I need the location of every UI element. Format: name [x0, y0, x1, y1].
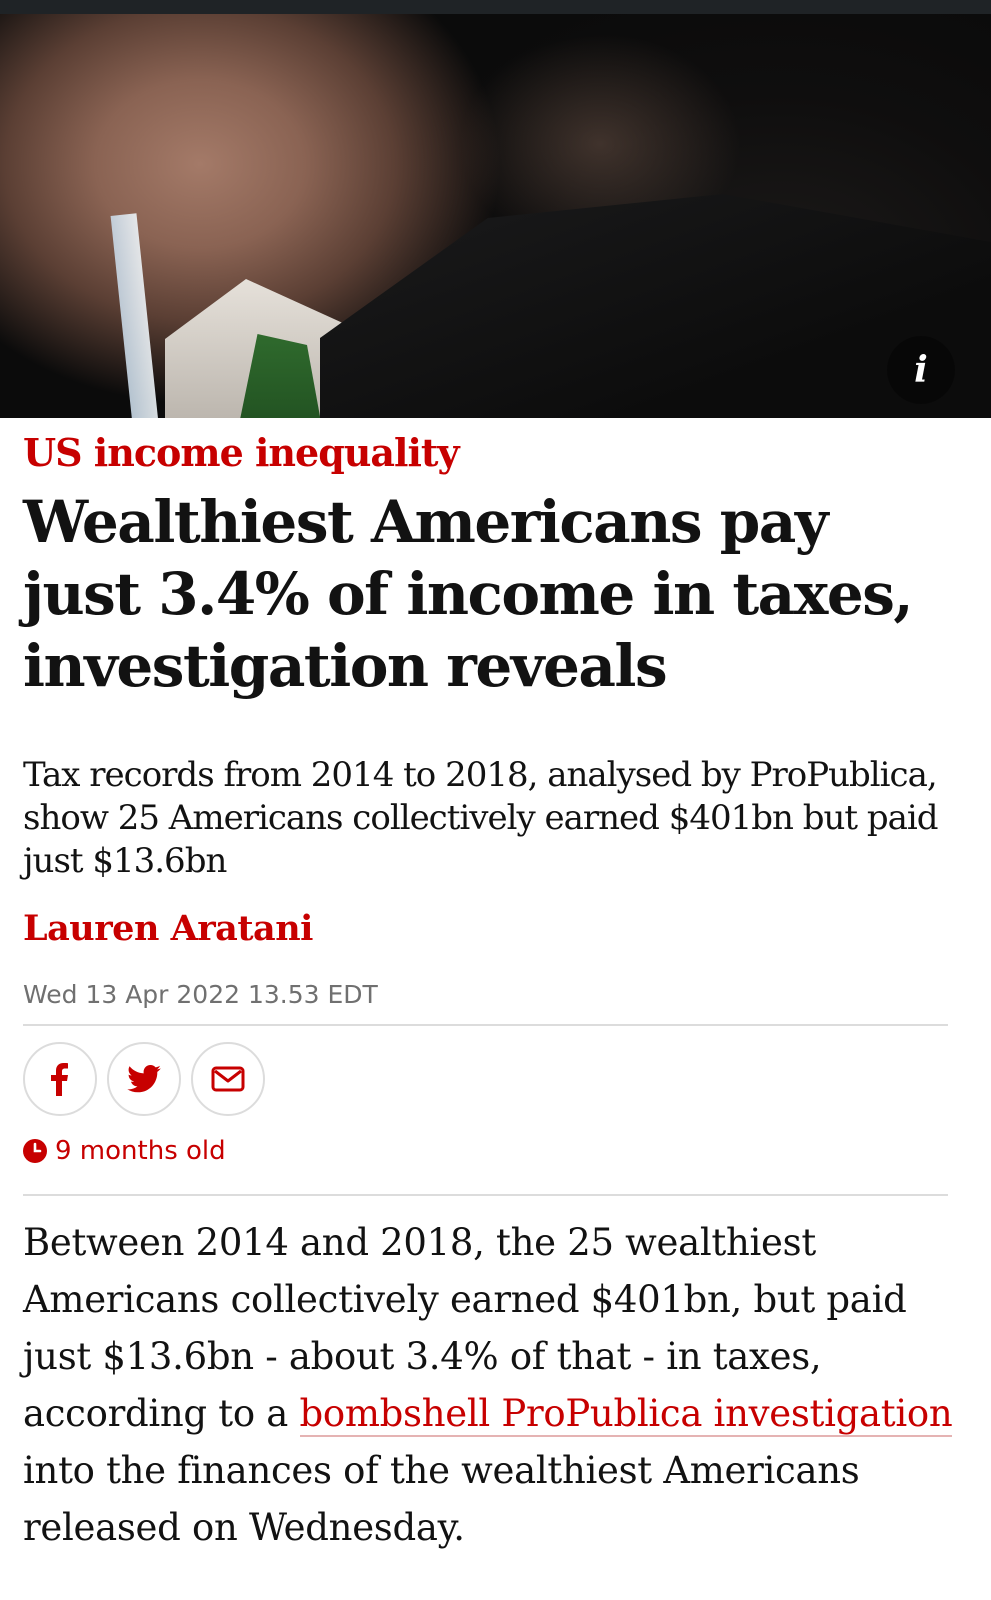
image-info-button[interactable]: i — [887, 336, 955, 404]
share-facebook-button[interactable] — [23, 1042, 97, 1116]
article-age-label: 9 months old — [55, 1136, 226, 1166]
email-icon — [211, 1066, 245, 1092]
share-twitter-button[interactable] — [107, 1042, 181, 1116]
body-text-after-link: into the finances of the wealthiest Amer… — [23, 1449, 860, 1549]
section-kicker[interactable]: US income inequality — [23, 430, 460, 475]
article-age: 9 months old — [23, 1136, 226, 1166]
article-standfirst: Tax records from 2014 to 2018, analysed … — [23, 755, 939, 881]
hero-image: i — [0, 14, 991, 418]
author-byline[interactable]: Lauren Aratani — [23, 908, 313, 949]
status-bar — [0, 0, 991, 14]
clock-icon — [23, 1139, 47, 1163]
twitter-icon — [127, 1065, 161, 1093]
facebook-icon — [51, 1063, 68, 1096]
article-headline: Wealthiest Americans pay just 3.4% of in… — [23, 488, 914, 700]
share-email-button[interactable] — [191, 1042, 265, 1116]
info-icon: i — [914, 349, 928, 391]
propublica-investigation-link[interactable]: bombshell ProPublica investigation — [299, 1392, 953, 1437]
divider — [23, 1024, 948, 1026]
article-body-paragraph: Between 2014 and 2018, the 25 wealthiest… — [23, 1214, 958, 1556]
publish-date: Wed 13 Apr 2022 13.53 EDT — [23, 980, 378, 1009]
divider — [23, 1194, 948, 1196]
hero-lanyard — [110, 213, 160, 418]
